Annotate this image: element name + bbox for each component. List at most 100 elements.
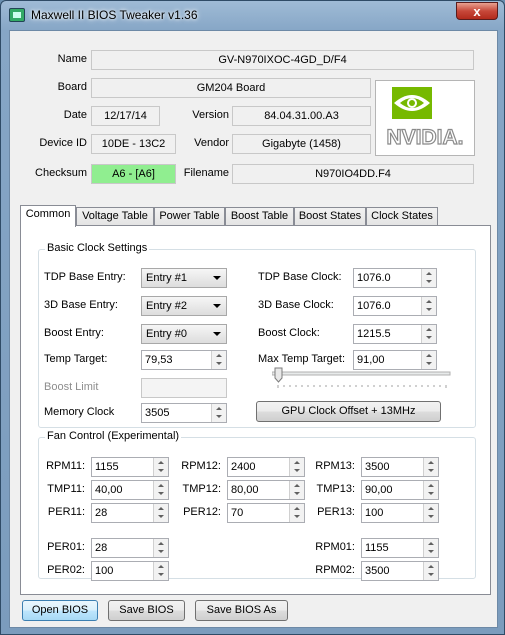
spin-buttons[interactable]: [153, 481, 168, 499]
name-field: GV-N970IXOC-4GD_D/F4: [91, 50, 474, 70]
tdp-base-entry-label: TDP Base Entry:: [44, 271, 126, 283]
window-title: Maxwell II BIOS Tweaker v1.36: [31, 8, 198, 22]
spin-buttons[interactable]: [423, 539, 438, 557]
spin-buttons[interactable]: [423, 481, 438, 499]
tab-voltage-table[interactable]: Voltage Table: [76, 207, 154, 226]
tab-boost-states[interactable]: Boost States: [294, 207, 366, 226]
date-label: Date: [63, 109, 87, 121]
spin-buttons[interactable]: [153, 562, 168, 580]
rpm02-label: RPM02:: [315, 564, 355, 576]
3d-base-entry-select[interactable]: Entry #2: [141, 296, 227, 316]
nvidia-logo: NVIDIA.: [375, 80, 475, 156]
rpm12-value: 2400: [231, 461, 256, 473]
nvidia-wordmark: NVIDIA.: [386, 126, 463, 149]
memory-clock-value: 3505: [145, 407, 170, 419]
boost-entry-select[interactable]: Entry #0: [141, 324, 227, 344]
spin-buttons[interactable]: [153, 458, 168, 476]
temp-target-label: Temp Target:: [44, 353, 108, 365]
rpm01-label: RPM01:: [315, 541, 355, 553]
per11-value: 28: [95, 507, 108, 519]
tmp11-label: TMP11:: [47, 483, 85, 495]
name-label: Name: [57, 53, 87, 65]
temp-target-input[interactable]: 79,53: [141, 350, 227, 370]
checksum-label: Checksum: [35, 167, 87, 179]
spin-buttons[interactable]: [211, 404, 226, 422]
tmp12-value: 80,00: [231, 484, 259, 496]
boost-limit-input: [141, 378, 227, 398]
close-button[interactable]: x: [456, 2, 498, 20]
tdp-base-clock-value: 1076.0: [357, 272, 391, 284]
spin-buttons[interactable]: [421, 325, 436, 343]
tmp11-input[interactable]: 40,00: [91, 480, 169, 500]
checksum-field: A6 - [A6]: [91, 164, 176, 184]
spin-buttons[interactable]: [289, 481, 304, 499]
tdp-base-entry-select[interactable]: Entry #1: [141, 268, 227, 288]
open-bios-button[interactable]: Open BIOS: [22, 600, 98, 621]
rpm01-input[interactable]: 1155: [361, 538, 439, 558]
tab-common[interactable]: Common: [20, 205, 76, 227]
3d-base-entry-value: Entry #2: [146, 300, 187, 312]
tmp11-value: 40,00: [95, 484, 123, 496]
title-bar[interactable]: Maxwell II BIOS Tweaker v1.36 x: [1, 1, 504, 29]
spin-buttons[interactable]: [153, 539, 168, 557]
tab-clock-states[interactable]: Clock States: [366, 207, 438, 226]
app-icon: [9, 8, 25, 22]
tmp13-input[interactable]: 90,00: [361, 480, 439, 500]
nvidia-eye-icon: NVIDIA.: [386, 87, 464, 150]
rpm13-value: 3500: [365, 461, 390, 473]
rpm12-label: RPM12:: [181, 460, 221, 472]
spin-buttons[interactable]: [211, 351, 226, 369]
3d-base-clock-input[interactable]: 1076.0: [353, 296, 437, 316]
boost-entry-value: Entry #0: [146, 328, 187, 340]
version-label: Version: [192, 109, 229, 121]
spin-buttons[interactable]: [423, 562, 438, 580]
chevron-down-icon: [213, 304, 221, 308]
memory-clock-input[interactable]: 3505: [141, 403, 227, 423]
rpm11-value: 1155: [95, 461, 119, 473]
spin-buttons[interactable]: [289, 458, 304, 476]
rpm11-input[interactable]: 1155: [91, 457, 169, 477]
gpu-clock-offset-slider[interactable]: [271, 367, 452, 389]
per02-value: 100: [95, 565, 114, 577]
tdp-base-clock-input[interactable]: 1076.0: [353, 268, 437, 288]
vendor-field: Gigabyte (1458): [232, 134, 371, 154]
chevron-down-icon: [213, 276, 221, 280]
rpm13-label: RPM13:: [315, 460, 355, 472]
rpm12-input[interactable]: 2400: [227, 457, 305, 477]
spin-buttons[interactable]: [421, 269, 436, 287]
spin-buttons[interactable]: [421, 297, 436, 315]
client-area: Name GV-N970IXOC-4GD_D/F4 Board GM204 Bo…: [9, 30, 498, 628]
tab-power-table[interactable]: Power Table: [154, 207, 225, 226]
date-field: 12/17/14: [91, 106, 160, 126]
tmp12-input[interactable]: 80,00: [227, 480, 305, 500]
spin-buttons[interactable]: [423, 458, 438, 476]
tdp-base-entry-value: Entry #1: [146, 272, 187, 284]
board-field: GM204 Board: [91, 78, 371, 98]
basic-clock-settings-title: Basic Clock Settings: [45, 242, 150, 254]
boost-clock-value: 1215.5: [357, 328, 391, 340]
per01-label: PER01:: [47, 541, 85, 553]
tab-boost-table[interactable]: Boost Table: [225, 207, 294, 226]
rpm11-label: RPM11:: [46, 460, 85, 472]
per11-input[interactable]: 28: [91, 503, 169, 523]
per02-input[interactable]: 100: [91, 561, 169, 581]
rpm13-input[interactable]: 3500: [361, 457, 439, 477]
spin-buttons[interactable]: [153, 504, 168, 522]
rpm02-input[interactable]: 3500: [361, 561, 439, 581]
boost-clock-input[interactable]: 1215.5: [353, 324, 437, 344]
save-bios-button[interactable]: Save BIOS: [108, 600, 185, 621]
spin-buttons[interactable]: [423, 504, 438, 522]
max-temp-target-label: Max Temp Target:: [258, 353, 346, 365]
per13-value: 100: [365, 507, 384, 519]
tmp13-value: 90,00: [365, 484, 393, 496]
per01-input[interactable]: 28: [91, 538, 169, 558]
per13-label: PER13:: [317, 506, 355, 518]
spin-buttons[interactable]: [289, 504, 304, 522]
gpu-clock-offset-button[interactable]: GPU Clock Offset + 13MHz: [256, 401, 441, 422]
save-bios-as-button[interactable]: Save BIOS As: [195, 600, 288, 621]
memory-clock-label: Memory Clock: [44, 406, 115, 418]
per12-input[interactable]: 70: [227, 503, 305, 523]
per13-input[interactable]: 100: [361, 503, 439, 523]
device-id-label: Device ID: [39, 137, 87, 149]
slider-thumb[interactable]: [274, 367, 283, 383]
